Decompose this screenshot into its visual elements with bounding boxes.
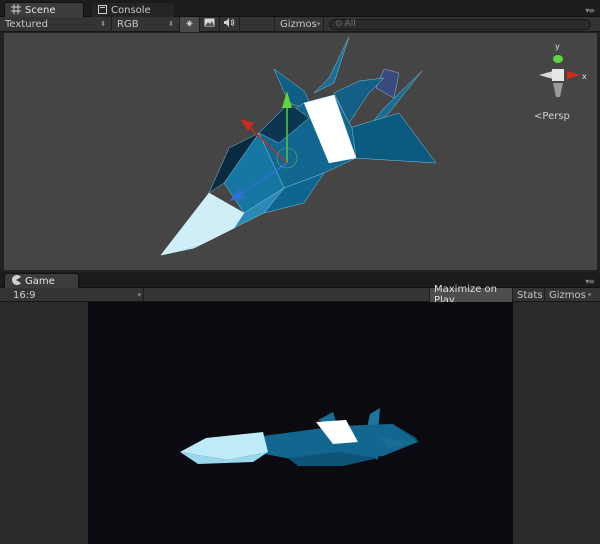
panel-menu-icon[interactable]: ▾≡ [585,6,595,15]
color-mode-value: RGB [117,18,139,30]
scene-tab-strip: Scene Console ▾≡ [0,0,600,17]
scene-spaceship-model[interactable] [4,33,597,270]
tab-console[interactable]: Console [91,2,175,17]
scene-gizmos-dropdown[interactable]: Gizmos ▾ [274,16,324,32]
tab-game-label: Game [25,276,55,287]
orientation-gizmo[interactable]: y x [529,39,589,99]
game-viewport[interactable] [88,302,513,544]
console-icon [98,4,107,17]
scene-toolbar: Textured ⬍ RGB ⬍ ✷ Gizmos ▾ ⊙ All [0,16,600,32]
updown-arrow-icon: ⬍ [168,20,174,28]
maximize-on-play-button[interactable]: Maximize on Play [429,284,512,306]
aspect-ratio-value: 16:9 [13,289,36,301]
image-icon [204,18,215,30]
chevron-down-icon: ▾ [316,20,321,28]
render-mode-value: Textured [5,18,48,30]
updown-arrow-icon: ⬍ [100,20,106,28]
game-toolbar: 16:9 ▾ Maximize on Play Stats Gizmos ▾ [0,284,600,306]
audio-speaker-icon [224,18,235,30]
gizmo-y-label: y [555,42,560,51]
game-spaceship-render [180,408,418,466]
scene-search-input[interactable]: ⊙ All [329,18,591,30]
grid-icon [11,4,21,17]
render-mode-dropdown[interactable]: Textured ⬍ [0,16,112,32]
scene-viewport[interactable]: y x <Persp [4,33,597,270]
chevron-down-icon: ▾ [137,291,141,299]
scene-audio-button[interactable] [220,16,240,32]
scene-lighting-button[interactable]: ✷ [180,16,200,32]
gizmos-label: Gizmos [280,18,317,30]
pacman-icon [11,275,21,288]
chevron-down-icon: ▾ [587,291,592,299]
search-placeholder: All [344,19,356,29]
gizmo-x-label: x [582,72,587,81]
scene-fx-button[interactable] [200,16,220,32]
gizmos-label: Gizmos [549,289,586,301]
tab-game[interactable]: Game [4,273,79,288]
color-mode-dropdown[interactable]: RGB ⬍ [112,16,180,32]
tab-scene-label: Scene [25,5,56,16]
game-tab-strip: Game ▾≡ [0,272,600,288]
projection-label: Persp [542,111,570,122]
sun-lighting-icon: ✷ [185,18,194,30]
stats-button[interactable]: Stats [512,288,544,302]
stats-label: Stats [517,289,543,301]
game-gizmos-dropdown[interactable]: Gizmos ▾ [544,288,600,302]
tab-console-label: Console [111,5,151,16]
projection-toggle[interactable]: <Persp [534,111,570,122]
panel-menu-icon[interactable]: ▾≡ [585,277,595,286]
aspect-ratio-dropdown[interactable]: 16:9 ▾ [6,288,144,302]
tab-scene[interactable]: Scene [4,2,84,17]
search-icon: ⊙ [335,19,343,29]
